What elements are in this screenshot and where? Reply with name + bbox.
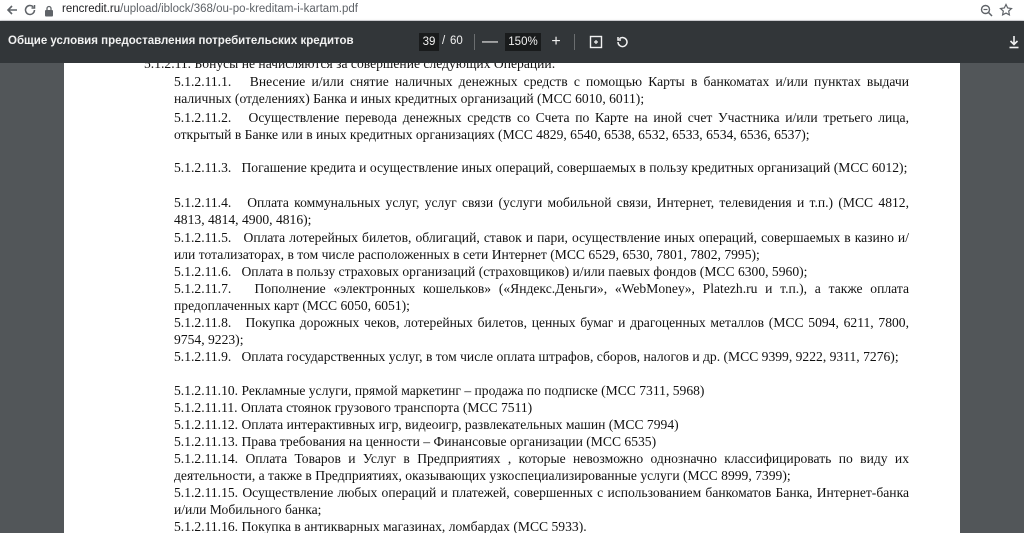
list-item: 5.1.2.11.4. Оплата коммунальных услуг, у… [174, 194, 909, 229]
item-text: Оплата коммунальных услуг, услуг связи (… [174, 195, 909, 228]
item-text: Оплата лотерейных билетов, облигаций, ст… [174, 230, 909, 263]
list-item: 5.1.2.11.1. Внесение и/или снятие наличн… [174, 73, 909, 108]
item-number: 5.1.2.11.9. [174, 349, 232, 364]
page-total: 60 [450, 35, 463, 47]
list-item: 5.1.2.11.5. Оплата лотерейных билетов, о… [174, 229, 909, 264]
star-icon[interactable] [998, 2, 1014, 18]
item-text: Погашение кредита и осуществление иных о… [241, 160, 908, 175]
item-text: Оплата в пользу страховых организаций (с… [241, 264, 808, 279]
list-item: 5.1.2.11.7. Пополнение «электронных коше… [174, 280, 909, 315]
list-item: 5.1.2.11.15. Осуществление любых операци… [174, 484, 909, 519]
zoom-out-button[interactable]: — [480, 32, 500, 52]
item-text: Пополнение «электронных кошельков» («Янд… [174, 281, 909, 314]
item-text: Покупка в антикварных магазинах, ломбард… [241, 519, 587, 533]
rotate-icon[interactable] [612, 32, 632, 52]
list-item: 5.1.2.11.9. Оплата государственных услуг… [174, 348, 909, 365]
list-item: 5.1.2.11.10. Рекламные услуги, прямой ма… [174, 382, 909, 399]
item-number: 5.1.2.11.15. [174, 485, 239, 500]
zoom-icon[interactable] [978, 2, 994, 18]
page-number-input[interactable]: 39 [419, 33, 439, 51]
item-number: 5.1.2.11.16. [174, 519, 239, 533]
list-item: 5.1.2.11.6. Оплата в пользу страховых ор… [174, 263, 909, 280]
fit-page-icon[interactable] [586, 32, 606, 52]
item-number: 5.1.2.11.7. [174, 281, 232, 296]
url-path: /upload/iblock/368/ou-po-kreditam-i-kart… [120, 3, 358, 15]
item-number: 5.1.2.11.5. [174, 230, 232, 245]
item-number: 5.1.2.11.1. [174, 74, 232, 89]
list-item: 5.1.2.11.11. Оплата стоянок грузового тр… [174, 399, 909, 416]
item-number: 5.1.2.11.12. [174, 417, 239, 432]
list-item: 5.1.2.11.8. Покупка дорожных чеков, лоте… [174, 314, 909, 349]
item-number: 5.1.2.11.10. [174, 383, 239, 398]
page-separator: / [442, 35, 446, 47]
item-number: 5.1.2.11.8. [174, 315, 232, 330]
pdf-viewer[interactable]: 5.1.2.11. Бонусы не начисляются за совер… [0, 63, 1024, 533]
list-item: 5.1.2.11.13. Права требования на ценност… [174, 433, 909, 450]
item-number: 5.1.2.11.3. [174, 160, 232, 175]
item-text: Рекламные услуги, прямой маркетинг – про… [241, 383, 705, 398]
zoom-in-button[interactable]: + [546, 32, 566, 52]
document-title: Общие условия предоставления потребитель… [8, 35, 354, 47]
list-item: 5.1.2.11.3. Погашение кредита и осуществ… [174, 159, 909, 176]
section-heading: 5.1.2.11. Бонусы не начисляются за совер… [144, 63, 556, 71]
browser-address-bar: rencredit.ru/upload/iblock/368/ou-po-kre… [0, 0, 1024, 21]
list-item: 5.1.2.11.16. Покупка в антикварных магаз… [174, 518, 909, 533]
item-text: Покупка дорожных чеков, лотерейных билет… [174, 315, 909, 348]
lock-icon[interactable] [44, 4, 56, 17]
toolbar-divider [474, 34, 475, 50]
list-item: 5.1.2.11.12. Оплата интерактивных игр, в… [174, 416, 909, 433]
item-number: 5.1.2.11.14. [174, 451, 239, 466]
toolbar-divider [574, 34, 575, 50]
url-host: rencredit.ru [62, 3, 121, 15]
url-field[interactable]: rencredit.ru/upload/iblock/368/ou-po-kre… [62, 3, 358, 15]
back-arrow-icon[interactable] [4, 2, 20, 18]
item-text: Оплата Товаров и Услуг в Предприятиях , … [174, 451, 909, 484]
item-text: Осуществление перевода денежных средств … [174, 110, 909, 143]
item-text: Оплата стоянок грузового транспорта (МСС… [240, 400, 533, 415]
item-text: Внесение и/или снятие наличных денежных … [174, 74, 909, 107]
item-number: 5.1.2.11.4. [174, 195, 232, 210]
item-text: Права требования на ценности – Финансовы… [241, 434, 657, 449]
list-item: 5.1.2.11.14. Оплата Товаров и Услуг в Пр… [174, 450, 909, 485]
item-text: Осуществление любых операций и платежей,… [174, 485, 909, 518]
list-item: 5.1.2.11.2. Осуществление перевода денеж… [174, 109, 909, 144]
download-icon[interactable] [1004, 32, 1024, 52]
item-number: 5.1.2.11.6. [174, 264, 232, 279]
item-number: 5.1.2.11.2. [174, 110, 232, 125]
item-text: Оплата государственных услуг, в том числ… [241, 349, 899, 364]
item-text: Оплата интерактивных игр, видеоигр, разв… [241, 417, 679, 432]
zoom-level-input[interactable]: 150% [505, 33, 541, 51]
pdf-page: 5.1.2.11. Бонусы не начисляются за совер… [64, 63, 960, 533]
item-number: 5.1.2.11.13. [174, 434, 239, 449]
pdf-toolbar: Общие условия предоставления потребитель… [0, 21, 1024, 63]
reload-icon[interactable] [22, 2, 38, 18]
item-number: 5.1.2.11.11. [174, 400, 238, 415]
